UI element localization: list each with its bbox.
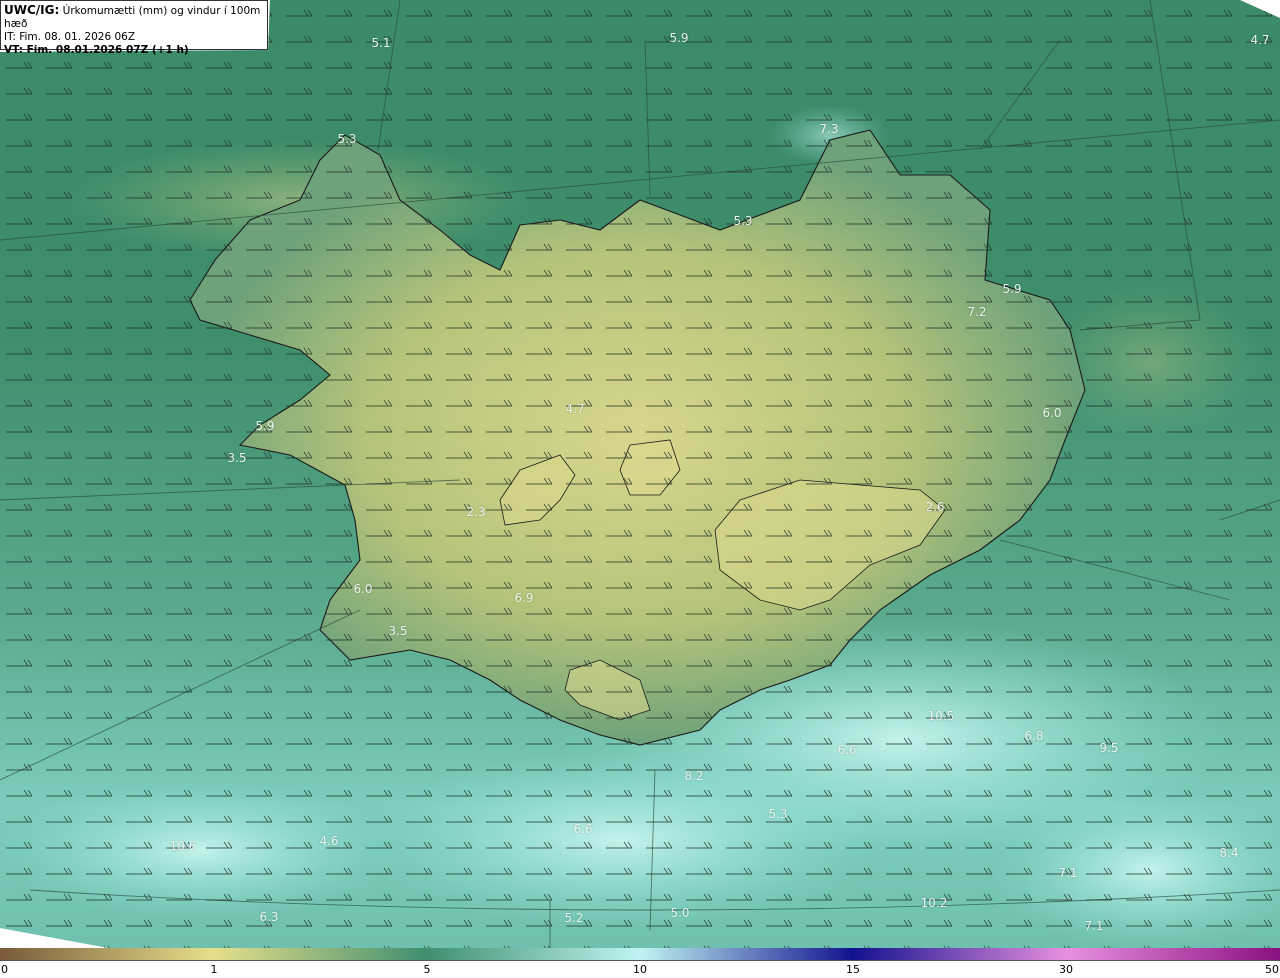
precip-value-label: 10.5 [927, 709, 955, 723]
init-time: IT: Fim. 08. 01. 2026 06Z [4, 31, 136, 43]
precip-value-label: 6.3 [259, 910, 279, 924]
colorbar-tick-label: 50 [1265, 963, 1279, 976]
precip-value-label: 5.9 [1002, 282, 1022, 296]
product-name: UWC/IG: [4, 3, 60, 17]
precip-value-label: 6.0 [353, 582, 373, 596]
wind-barbs-layer [0, 0, 1280, 948]
precip-value-label: 8.4 [1219, 846, 1239, 860]
colorbar-tick-label: 0 [1, 963, 8, 976]
colorbar-tick-label: 5 [423, 963, 431, 976]
precip-value-label: 6.6 [573, 822, 593, 836]
precip-value-label: 8.2 [684, 769, 704, 783]
precip-value-label: 7.2 [967, 305, 987, 319]
precip-value-label: 7.3 [819, 122, 839, 136]
precip-value-label: 7.1 [1084, 919, 1104, 933]
precip-value-label: 4.6 [319, 834, 339, 848]
colorbar-tick-label: 30 [1059, 963, 1073, 976]
valid-time: VT: Fim. 08.01.2026 07Z (+1 h) [4, 44, 189, 56]
precip-value-label: 5.9 [669, 31, 689, 45]
precip-value-label: 4.7 [565, 402, 585, 416]
precip-value-label: 5.0 [670, 906, 690, 920]
colorbar-strip [0, 948, 1280, 961]
precip-value-label: 10.2 [920, 896, 948, 910]
precip-value-label: 3.5 [227, 451, 247, 465]
precip-value-label: 3.5 [388, 624, 408, 638]
map-info-box: UWC/IG: Úrkomumætti (mm) og vindur í 100… [0, 0, 268, 56]
precipitation-wind-map[interactable] [0, 0, 1280, 948]
precip-value-label: 2.6 [925, 500, 945, 514]
precip-value-label: 10.6 [169, 839, 197, 853]
colorbar: 0 1 5 10 15 30 50 [0, 948, 1280, 978]
colorbar-tick-label: 10 [633, 963, 647, 976]
colorbar-tick-label: 1 [210, 963, 218, 976]
precip-value-label: 4.7 [1250, 33, 1270, 47]
precip-value-label: 2.3 [466, 505, 486, 519]
colorbar-tick-label: 15 [846, 963, 860, 976]
precip-value-label: 6.9 [514, 591, 534, 605]
precip-value-label: 5.1 [371, 36, 391, 50]
precip-value-label: 6.0 [1042, 406, 1062, 420]
precip-value-label: 5.9 [255, 419, 275, 433]
precip-value-label: 9.5 [1099, 741, 1119, 755]
precip-value-label: 5.2 [564, 911, 584, 925]
precip-value-label: 5.3 [733, 214, 753, 228]
title-line: UWC/IG: Úrkomumætti (mm) og vindur í 100… [4, 4, 264, 31]
precip-value-label: 7.1 [1058, 866, 1078, 880]
precip-value-label: 5.3 [768, 807, 788, 821]
precip-value-label: 6.6 [837, 743, 857, 757]
precip-value-label: 6.8 [1024, 729, 1044, 743]
precip-value-label: 5.3 [337, 132, 357, 146]
